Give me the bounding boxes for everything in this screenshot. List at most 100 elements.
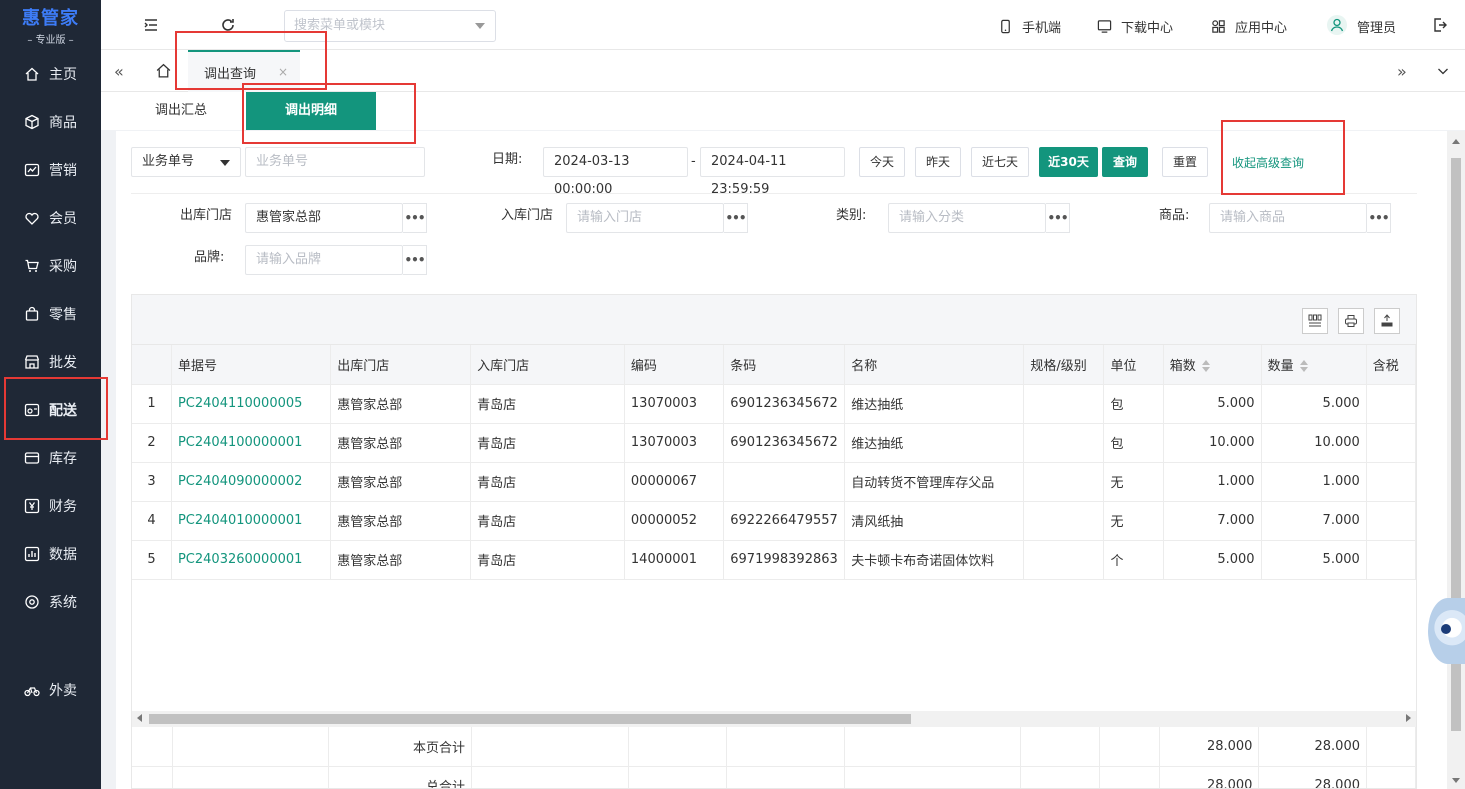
col-tax[interactable]: 含税 [1366,345,1416,385]
category-input[interactable]: 请输入分类 [888,203,1046,233]
col-in-store[interactable]: 入库门店 [470,345,625,385]
logo[interactable]: 惠管家 – 专业版 – [0,0,101,50]
menu-toggle-icon[interactable] [143,17,159,33]
doc-no-link[interactable]: PC2404010000001 [171,501,332,541]
sidebar-item-bike[interactable]: 外卖 [0,666,101,714]
in-store-picker-button[interactable]: ••• [724,203,748,233]
code-cell: 13070003 [624,423,725,463]
row-index: 3 [132,462,172,502]
col-qty[interactable]: 数量 [1261,345,1367,385]
date-start-input[interactable]: 2024-03-13 00:00:00 [543,147,688,197]
out-store-input[interactable]: 惠管家总部 [245,203,403,233]
export-button[interactable] [1374,308,1400,334]
today-button[interactable]: 今天 [859,147,905,177]
tabs-scroll-right-icon[interactable]: » [1397,62,1407,81]
sidebar-item-bar-chart[interactable]: 数据 [0,530,101,578]
sidebar-item-label: 财务 [49,499,77,515]
sidebar-item-settings[interactable]: 系统 [0,578,101,626]
in-store-input[interactable]: 请输入门店 [566,203,724,233]
tax-cell [1366,423,1416,463]
doc-no-link[interactable]: PC2404110000005 [171,384,332,424]
table-row[interactable]: 5 PC2403260000001 惠管家总部 青岛店 14000001 69719983… [132,540,1416,580]
doc-type-select[interactable]: 业务单号 [131,147,241,177]
col-code[interactable]: 编码 [624,345,725,385]
sidebar-item-heart[interactable]: 会员 [0,194,101,242]
brand-picker-button[interactable]: ••• [403,245,427,275]
table-row[interactable]: 3 PC2404090000002 惠管家总部 青岛店 00000067 自动转货不管理库… [132,462,1416,502]
doc-no-input[interactable]: 业务单号 [245,147,425,177]
sidebar-item-home[interactable]: 主页 [0,50,101,98]
print-button[interactable] [1338,308,1364,334]
sidebar-item-cart[interactable]: 采购 [0,242,101,290]
toggle-advanced-query-link[interactable]: 收起高级查询 [1232,154,1304,171]
out-store-picker-button[interactable]: ••• [403,203,427,233]
scroll-down-arrow-icon[interactable] [1452,778,1460,783]
doc-no-link[interactable]: PC2403260000001 [171,540,332,580]
col-boxes-label: 箱数 [1169,358,1196,374]
user-name: 管理员 [1357,21,1397,36]
chevron-down-icon[interactable] [1437,65,1449,77]
sidebar-item-bag[interactable]: 零售 [0,290,101,338]
monitor-icon [1097,20,1112,33]
sidebar-item-box[interactable]: 库存 [0,434,101,482]
mobile-link[interactable]: 手机端 [998,17,1061,36]
sidebar-item-store[interactable]: 批发 [0,338,101,386]
yesterday-button[interactable]: 昨天 [915,147,961,177]
tab-transfer-summary[interactable]: 调出汇总 [141,92,221,130]
tabs-scroll-left-icon[interactable]: « [114,62,124,81]
category-picker-button[interactable]: ••• [1046,203,1070,233]
sort-icon[interactable] [1299,360,1308,373]
scrollbar-thumb[interactable] [149,714,911,724]
table-row[interactable]: 4 PC2404010000001 惠管家总部 青岛店 00000052 69222664… [132,501,1416,541]
table-row[interactable]: 1 PC2404110000005 惠管家总部 青岛店 13070003 69012363… [132,384,1416,424]
horizontal-scrollbar[interactable] [132,711,1416,727]
sidebar-item-truck[interactable]: 配送 [0,386,101,434]
home-tab-icon[interactable] [155,62,172,79]
tab-transfer-detail[interactable]: 调出明细 [246,92,376,130]
col-spec[interactable]: 规格/级别 [1023,345,1105,385]
close-icon[interactable]: × [278,65,288,79]
sidebar-item-cube[interactable]: 商品 [0,98,101,146]
app-center-link[interactable]: 应用中心 [1211,17,1287,36]
grand-total-row: 总合计 28.000 28.000 [132,766,1416,788]
col-out-store[interactable]: 出库门店 [330,345,472,385]
query-button[interactable]: 查询 [1102,147,1148,177]
col-barcode[interactable]: 条码 [723,345,846,385]
sort-icon[interactable] [1201,360,1210,373]
assistant-robot-icon[interactable] [1428,598,1465,664]
product-picker-button[interactable]: ••• [1367,203,1391,233]
unit-cell: 包 [1103,423,1164,463]
product-input[interactable]: 请输入商品 [1209,203,1367,233]
tab-transfer-query[interactable]: 调出查询 × [188,50,300,92]
scroll-left-arrow-icon[interactable] [137,714,142,722]
menu-search-select[interactable]: 搜索菜单或模块 [284,10,496,42]
col-doc-no[interactable]: 单据号 [171,345,332,385]
settings-icon [24,594,40,610]
col-unit[interactable]: 单位 [1103,345,1164,385]
column-settings-button[interactable] [1302,308,1328,334]
page-vertical-scrollbar[interactable] [1447,131,1465,789]
col-name[interactable]: 名称 [844,345,1025,385]
doc-no-link[interactable]: PC2404090000002 [171,462,332,502]
logo-subtitle: – 专业版 – [27,35,74,46]
grid-table: 单据号 出库门店 入库门店 编码 条码 名称 规格/级别 单位 箱数 数量 含税… [132,345,1416,580]
table-row[interactable]: 2 PC2404100000001 惠管家总部 青岛店 13070003 69012363… [132,423,1416,463]
user-menu[interactable]: 管理员 [1326,14,1397,36]
reset-button[interactable]: 重置 [1162,147,1208,177]
product-label: 商品: [1159,208,1190,223]
last-7-days-button[interactable]: 近七天 [971,147,1029,177]
grid-footer: 本页合计 28.000 28.000 总合计 28.000 28.000 [132,727,1416,788]
download-center-link[interactable]: 下载中心 [1097,17,1173,36]
doc-no-link[interactable]: PC2404100000001 [171,423,332,463]
date-end-input[interactable]: 2024-04-11 23:59:59 [700,147,845,197]
scroll-up-arrow-icon[interactable] [1452,139,1460,144]
scroll-right-arrow-icon[interactable] [1406,714,1411,722]
col-boxes[interactable]: 箱数 [1163,345,1262,385]
col-qty-label: 数量 [1267,358,1294,374]
refresh-icon[interactable] [220,17,236,33]
sidebar-item-yen[interactable]: 财务 [0,482,101,530]
logout-icon[interactable] [1432,17,1448,33]
last-30-days-button[interactable]: 近30天 [1039,147,1098,177]
sidebar-item-chart[interactable]: 营销 [0,146,101,194]
brand-input[interactable]: 请输入品牌 [245,245,403,275]
